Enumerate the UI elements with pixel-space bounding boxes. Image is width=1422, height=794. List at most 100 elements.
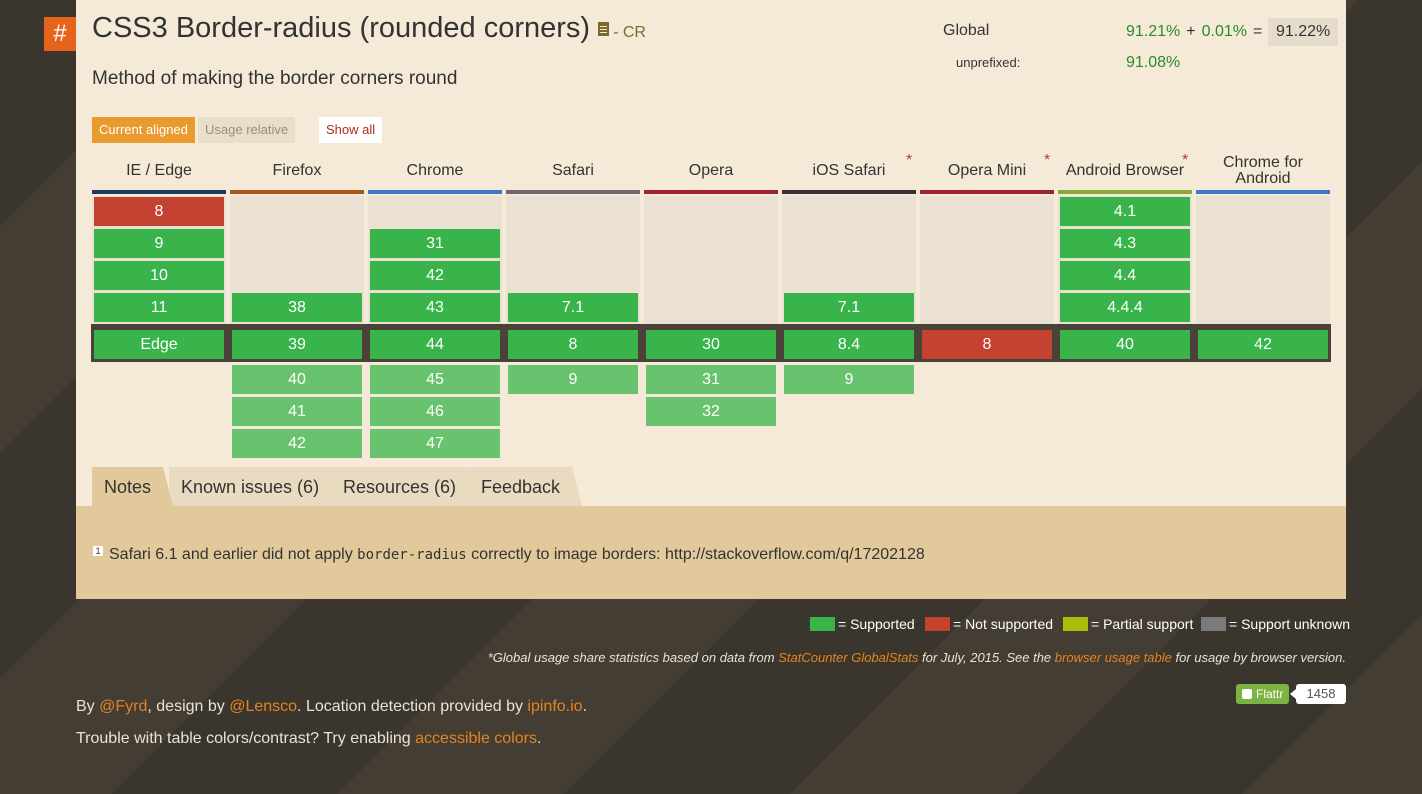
footnote-text-1: *Global usage share statistics based on … <box>487 650 779 665</box>
current-version-cell[interactable]: 8 <box>922 330 1052 359</box>
total-percent: 91.22% <box>1268 18 1339 46</box>
statcounter-link[interactable]: StatCounter GlobalStats <box>778 650 918 665</box>
usage-relative-button[interactable]: Usage relative <box>198 117 296 143</box>
browser-color-bar <box>368 190 502 194</box>
browser-header[interactable]: Android Browser <box>1058 163 1192 179</box>
browser-header[interactable]: iOS Safari <box>782 163 916 179</box>
browser-header[interactable]: Chrome <box>368 163 502 179</box>
feature-title: CSS3 Border-radius (rounded corners) - CR <box>92 12 646 45</box>
browser-color-bar <box>92 190 226 194</box>
flattr-label: Flattr <box>1256 687 1284 701</box>
current-version-cell[interactable]: 42 <box>1198 330 1328 359</box>
future-version-cell[interactable]: 9 <box>508 365 638 394</box>
past-versions-area <box>644 196 778 324</box>
current-version-cell[interactable]: 40 <box>1060 330 1190 359</box>
credit-by: By <box>76 698 100 715</box>
version-cell[interactable]: 4.4.4 <box>1060 293 1190 322</box>
credit-location: . Location detection provided by <box>297 698 528 715</box>
browser-header[interactable]: IE / Edge <box>92 163 226 179</box>
plus-sign: + <box>1186 23 1196 40</box>
version-cell[interactable]: 7.1 <box>784 293 914 322</box>
footnote-text-2: for July, 2015. See the <box>918 650 1055 665</box>
browser-usage-table-link[interactable]: browser usage table <box>1055 650 1172 665</box>
legend-label: = Supported <box>838 616 915 632</box>
fyrd-link[interactable]: @Fyrd <box>99 698 147 715</box>
legend-item: = Support unknown <box>1201 616 1350 632</box>
feature-panel: CSS3 Border-radius (rounded corners) - CR… <box>76 0 1346 599</box>
global-usage-stats: 91.21% +0.01% = <box>1126 23 1268 41</box>
spec-status[interactable]: - CR <box>613 24 646 41</box>
current-version-cell[interactable]: 30 <box>646 330 776 359</box>
show-all-button[interactable]: Show all <box>319 117 383 143</box>
future-version-cell[interactable]: 42 <box>232 429 362 458</box>
current-version-cell[interactable]: 8 <box>508 330 638 359</box>
feature-title-text: CSS3 Border-radius (rounded corners) <box>92 12 591 44</box>
unprefixed-label: unprefixed: <box>956 55 1021 70</box>
version-cell[interactable]: 42 <box>370 261 500 290</box>
browser-header[interactable]: Firefox <box>230 163 364 179</box>
future-version-cell[interactable]: 41 <box>232 397 362 426</box>
version-cell[interactable]: 38 <box>232 293 362 322</box>
feature-anchor-link[interactable]: # <box>44 17 76 51</box>
note-code: border-radius <box>357 547 467 563</box>
ipinfo-link[interactable]: ipinfo.io <box>527 698 582 715</box>
version-cell[interactable]: 9 <box>94 229 224 258</box>
accessible-colors-link[interactable]: accessible colors <box>415 730 537 747</box>
legend-swatch <box>810 617 835 631</box>
browser-color-bar <box>230 190 364 194</box>
partial-percent: 0.01% <box>1201 23 1247 40</box>
version-cell[interactable]: 43 <box>370 293 500 322</box>
tab-resources[interactable]: Resources (6) <box>331 467 479 506</box>
version-cell[interactable]: 4.1 <box>1060 197 1190 226</box>
tab-notes[interactable]: Notes <box>92 467 174 506</box>
future-version-cell[interactable]: 45 <box>370 365 500 394</box>
browser-header[interactable]: Safari <box>506 163 640 179</box>
browser-color-bar <box>506 190 640 194</box>
future-version-cell[interactable]: 40 <box>232 365 362 394</box>
version-cell[interactable]: 11 <box>94 293 224 322</box>
version-cell[interactable]: 7.1 <box>508 293 638 322</box>
browser-color-bar <box>1058 190 1192 194</box>
legend-label: = Partial support <box>1091 616 1194 632</box>
current-version-cell[interactable]: 39 <box>232 330 362 359</box>
browser-color-bar <box>920 190 1054 194</box>
future-version-cell[interactable]: 32 <box>646 397 776 426</box>
current-version-cell[interactable]: Edge <box>94 330 224 359</box>
version-cell[interactable]: 10 <box>94 261 224 290</box>
tab-feedback[interactable]: Feedback <box>469 467 583 506</box>
browser-color-bar <box>1196 190 1330 194</box>
version-cell[interactable]: 4.3 <box>1060 229 1190 258</box>
legend-swatch <box>1201 617 1226 631</box>
future-version-cell[interactable]: 31 <box>646 365 776 394</box>
legend-item: = Supported <box>810 616 915 632</box>
current-version-cell[interactable]: 8.4 <box>784 330 914 359</box>
legend-item: = Partial support <box>1063 616 1193 632</box>
legend-label: = Not supported <box>953 616 1054 632</box>
version-cell[interactable]: 31 <box>370 229 500 258</box>
note-asterisk-icon: * <box>906 152 913 169</box>
tab-known[interactable]: Known issues (6) <box>169 467 342 506</box>
current-version-cell[interactable]: 44 <box>370 330 500 359</box>
future-version-cell[interactable]: 47 <box>370 429 500 458</box>
note-asterisk-icon: * <box>1044 152 1051 169</box>
unprefixed-percent: 91.08% <box>1126 54 1181 71</box>
version-cell[interactable]: 4.4 <box>1060 261 1190 290</box>
note-text: Safari 6.1 and earlier did not apply bor… <box>109 546 925 564</box>
note-text-after: correctly to image borders: http://stack… <box>466 546 925 563</box>
flattr-icon <box>1242 689 1252 699</box>
current-aligned-button[interactable]: Current aligned <box>92 117 195 143</box>
credits-line: By @Fyrd, design by @Lensco. Location de… <box>76 698 587 716</box>
browser-header[interactable]: Opera Mini <box>920 163 1054 179</box>
accessibility-line: Trouble with table colors/contrast? Try … <box>76 730 541 748</box>
lensco-link[interactable]: @Lensco <box>229 698 297 715</box>
version-cell[interactable]: 8 <box>94 197 224 226</box>
future-version-cell[interactable]: 9 <box>784 365 914 394</box>
browser-header[interactable]: Chrome for Android <box>1196 155 1330 187</box>
past-versions-area <box>1196 196 1330 324</box>
flattr-button[interactable]: Flattr <box>1236 684 1290 704</box>
future-version-cell[interactable]: 46 <box>370 397 500 426</box>
legend-swatch <box>1063 617 1088 631</box>
supported-percent: 91.21% <box>1126 23 1181 40</box>
browser-header[interactable]: Opera <box>644 163 778 179</box>
document-icon[interactable] <box>598 22 610 37</box>
